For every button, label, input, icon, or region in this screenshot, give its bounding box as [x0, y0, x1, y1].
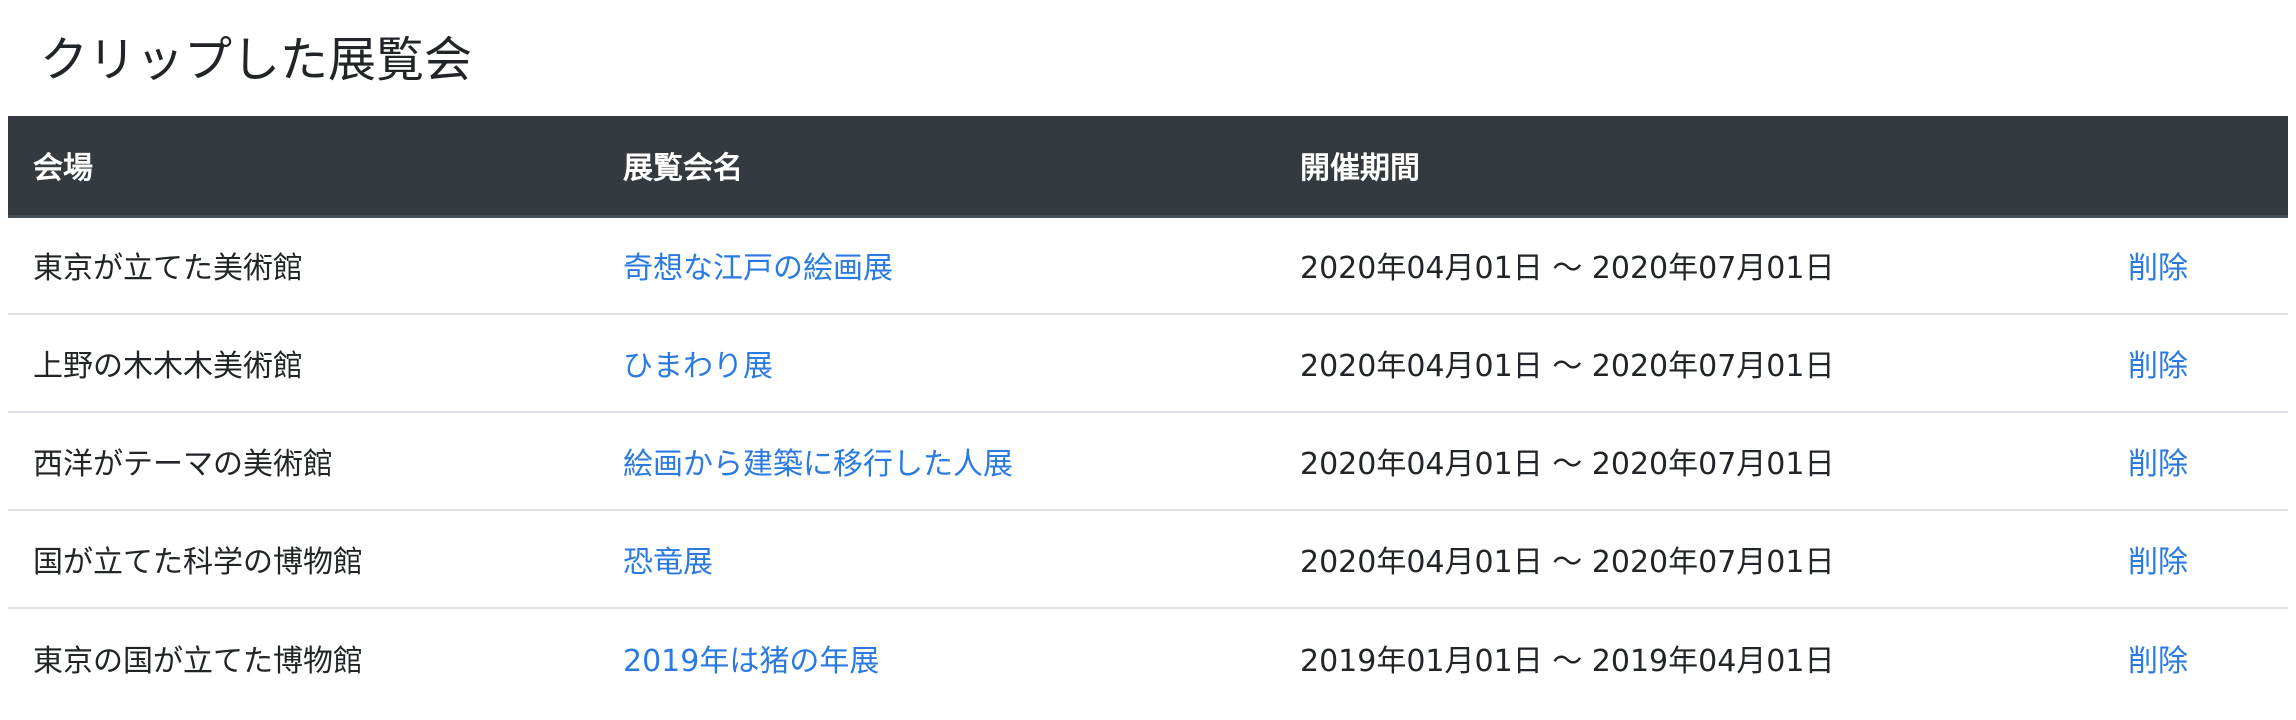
action-cell: 削除 [2128, 216, 2288, 314]
delete-link[interactable]: 削除 [2128, 251, 2188, 286]
delete-link[interactable]: 削除 [2128, 447, 2188, 482]
table-row: 東京が立てた美術館 奇想な江戸の絵画展 2020年04月01日 〜 2020年0… [8, 216, 2288, 314]
venue-cell: 国が立てた科学の博物館 [33, 545, 363, 580]
exhibition-cell: 絵画から建築に移行した人展 [590, 412, 1268, 510]
column-header-venue: 会場 [8, 116, 590, 218]
exhibition-cell: 奇想な江戸の絵画展 [590, 216, 1268, 314]
exhibition-link[interactable]: 恐竜展 [623, 545, 713, 580]
table-header-row: 会場 展覧会名 開催期間 [8, 116, 2288, 218]
column-header-period: 開催期間 [1268, 116, 2128, 218]
action-cell: 削除 [2128, 510, 2288, 608]
exhibition-link[interactable]: 2019年は猪の年展 [623, 644, 879, 679]
venue-cell: 上野の木木木美術館 [33, 349, 303, 384]
exhibition-link[interactable]: 奇想な江戸の絵画展 [623, 251, 893, 286]
table-body: 東京が立てた美術館 奇想な江戸の絵画展 2020年04月01日 〜 2020年0… [8, 216, 2288, 706]
action-cell: 削除 [2128, 412, 2288, 510]
column-header-action [2128, 116, 2288, 218]
period-cell: 2020年04月01日 〜 2020年07月01日 [1300, 251, 1835, 287]
page-title: クリップした展覧会 [40, 32, 473, 88]
table-header: 会場 展覧会名 開催期間 [8, 116, 2288, 218]
action-cell: 削除 [2128, 608, 2288, 706]
delete-link[interactable]: 削除 [2128, 349, 2188, 384]
table-row: 上野の木木木美術館 ひまわり展 2020年04月01日 〜 2020年07月01… [8, 314, 2288, 412]
exhibition-link[interactable]: ひまわり展 [623, 349, 773, 384]
venue-cell: 東京の国が立てた博物館 [33, 643, 363, 679]
delete-link[interactable]: 削除 [2128, 644, 2188, 679]
venue-cell: 西洋がテーマの美術館 [33, 447, 333, 482]
exhibition-cell: 恐竜展 [590, 510, 1268, 608]
table-row: 東京の国が立てた博物館 2019年は猪の年展 2019年01月01日 〜 201… [8, 608, 2288, 706]
exhibition-link[interactable]: 絵画から建築に移行した人展 [623, 447, 1013, 482]
period-cell: 2019年01月01日 〜 2019年04月01日 [1300, 643, 1835, 679]
exhibition-cell: 2019年は猪の年展 [590, 608, 1268, 706]
period-cell: 2020年04月01日 〜 2020年07月01日 [1300, 349, 1835, 384]
period-cell: 2020年04月01日 〜 2020年07月01日 [1300, 447, 1835, 482]
venue-cell: 東京が立てた美術館 [33, 251, 303, 287]
column-header-exhibition: 展覧会名 [590, 116, 1268, 218]
delete-link[interactable]: 削除 [2128, 545, 2188, 580]
clipped-exhibitions-table: 会場 展覧会名 開催期間 東京が立てた美術館 奇想な江戸の絵画展 2020年04… [8, 116, 2288, 706]
period-cell: 2020年04月01日 〜 2020年07月01日 [1300, 545, 1835, 580]
table-row: 西洋がテーマの美術館 絵画から建築に移行した人展 2020年04月01日 〜 2… [8, 412, 2288, 510]
action-cell: 削除 [2128, 314, 2288, 412]
clipped-exhibitions-page: クリップした展覧会 会場 展覧会名 開催期間 東京が立てた美術館 奇想な江戸の絵… [0, 0, 2296, 720]
table-row: 国が立てた科学の博物館 恐竜展 2020年04月01日 〜 2020年07月01… [8, 510, 2288, 608]
exhibition-cell: ひまわり展 [590, 314, 1268, 412]
